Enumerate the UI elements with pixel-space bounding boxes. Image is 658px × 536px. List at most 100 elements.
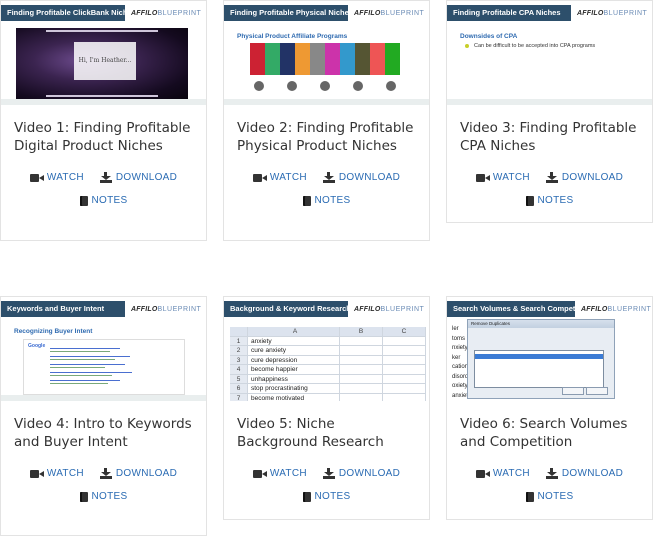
download-icon: [99, 468, 112, 479]
sheet-cell: 6: [230, 384, 248, 394]
watch-link[interactable]: WATCH: [252, 468, 307, 479]
sheet-header-cell: B: [340, 327, 383, 337]
sheet-header-cell: [230, 327, 248, 337]
sheet-header-cell: C: [383, 327, 426, 337]
thumbnail-header: Finding Profitable CPA Niches AFFILOBLUE…: [447, 5, 652, 21]
book-icon: [525, 491, 534, 502]
download-link[interactable]: DOWNLOAD: [99, 468, 177, 479]
thumbnail-header: Keywords and Buyer Intent AFFILOBLUEPRIN…: [1, 301, 206, 317]
video-title[interactable]: Video 4: Intro to Keywords and Buyer Int…: [14, 415, 194, 451]
thumbnail-header: Background & Keyword Research AFFILOBLUE…: [224, 301, 429, 317]
video-title[interactable]: Video 3: Finding Profitable CPA Niches: [460, 119, 640, 155]
sheet-cell: unhappiness: [248, 374, 340, 384]
video-thumbnail[interactable]: Search Volumes & Search Competition AFFI…: [447, 297, 652, 401]
sheet-cell: [340, 384, 383, 394]
notes-link[interactable]: NOTES: [525, 491, 574, 502]
thumbnail-text: Physical Product Affiliate Programs: [237, 33, 348, 40]
thumbnail-title: Finding Profitable CPA Niches: [447, 5, 571, 21]
sheet-cell: 2: [230, 346, 248, 356]
video-title[interactable]: Video 1: Finding Profitable Digital Prod…: [14, 119, 194, 155]
affilo-logo: AFFILOBLUEPRINT: [354, 9, 425, 17]
sheet-header-cell: A: [248, 327, 340, 337]
watch-link[interactable]: WATCH: [475, 172, 530, 183]
sheet-cell: [340, 374, 383, 384]
video-thumbnail[interactable]: Keywords and Buyer Intent AFFILOBLUEPRIN…: [1, 297, 206, 401]
download-icon: [322, 468, 335, 479]
download-link[interactable]: DOWNLOAD: [322, 172, 400, 183]
sheet-row: 7 become motivated: [230, 393, 426, 401]
video-card-4: Keywords and Buyer Intent AFFILOBLUEPRIN…: [0, 296, 207, 536]
book-icon: [79, 491, 88, 502]
watch-link[interactable]: WATCH: [475, 468, 530, 479]
video-camera-icon: [475, 173, 490, 182]
spreadsheet-image: A B C 1 anxiety 2 cure anxiety 3 cure depression…: [230, 327, 426, 401]
sheet-row: 3 cure depression: [230, 355, 426, 365]
sheet-cell: 4: [230, 365, 248, 375]
sheet-cell: 3: [230, 355, 248, 365]
download-link[interactable]: DOWNLOAD: [322, 468, 400, 479]
book-icon: [302, 195, 311, 206]
thumbnail-header: Search Volumes & Search Competition AFFI…: [447, 301, 652, 317]
download-icon: [545, 172, 558, 183]
download-link[interactable]: DOWNLOAD: [545, 172, 623, 183]
sheet-header-row: ABC: [230, 327, 426, 337]
notes-link[interactable]: NOTES: [302, 195, 351, 206]
notes-link[interactable]: NOTES: [302, 491, 351, 502]
video-camera-icon: [252, 173, 267, 182]
sheet-cell: [383, 355, 426, 365]
sheet-row: 4 become happier: [230, 365, 426, 375]
sheet-cell: [383, 384, 426, 394]
galaxy-image: Hi, I'm Heather...: [16, 28, 188, 100]
download-icon: [99, 172, 112, 183]
notes-link[interactable]: NOTES: [525, 195, 574, 206]
sheet-row: 2 cure anxiety: [230, 346, 426, 356]
video-thumbnail[interactable]: Finding Profitable CPA Niches AFFILOBLUE…: [447, 1, 652, 105]
affilo-logo: AFFILOBLUEPRINT: [131, 9, 202, 17]
book-icon: [525, 195, 534, 206]
thumbnail-title: Finding Profitable ClickBank Niches: [1, 5, 125, 21]
notes-link[interactable]: NOTES: [79, 491, 128, 502]
sheet-cell: 1: [230, 336, 248, 346]
sheet-cell: [340, 346, 383, 356]
book-icon: [79, 195, 88, 206]
thumbnail-text: Downsides of CPA: [460, 33, 518, 40]
sheet-cell: 5: [230, 374, 248, 384]
video-title[interactable]: Video 6: Search Volumes and Competition: [460, 415, 640, 451]
sheet-cell: [383, 365, 426, 375]
watch-link[interactable]: WATCH: [252, 172, 307, 183]
affilo-logo: AFFILOBLUEPRINT: [581, 305, 652, 313]
download-icon: [545, 468, 558, 479]
thumbnail-text: Recognizing Buyer Intent: [14, 328, 93, 335]
sheet-cell: cure depression: [248, 355, 340, 365]
download-link[interactable]: DOWNLOAD: [99, 172, 177, 183]
remove-duplicates-dialog: Remove Duplicates: [467, 319, 615, 399]
thumbnail-title: Finding Profitable Physical Niches: [224, 5, 348, 21]
affilo-logo: AFFILOBLUEPRINT: [577, 9, 648, 17]
video-thumbnail[interactable]: Finding Profitable ClickBank Niches AFFI…: [1, 1, 206, 105]
video-title[interactable]: Video 5: Niche Background Research: [237, 415, 417, 451]
sheet-cell: [383, 374, 426, 384]
video-thumbnail[interactable]: Background & Keyword Research AFFILOBLUE…: [224, 297, 429, 401]
notes-link[interactable]: NOTES: [79, 195, 128, 206]
store-logos: [254, 81, 396, 95]
thumbnail-header: Finding Profitable Physical Niches AFFIL…: [224, 5, 429, 21]
download-link[interactable]: DOWNLOAD: [545, 468, 623, 479]
video-card-1: Finding Profitable ClickBank Niches AFFI…: [0, 0, 207, 241]
sheet-cell: become motivated: [248, 393, 340, 401]
thumbnail-title: Keywords and Buyer Intent: [1, 301, 125, 317]
video-camera-icon: [252, 469, 267, 478]
video-card-2: Finding Profitable Physical Niches AFFIL…: [223, 0, 430, 241]
thumbnail-title: Search Volumes & Search Competition: [447, 301, 575, 317]
book-icon: [302, 491, 311, 502]
watch-link[interactable]: WATCH: [29, 468, 84, 479]
download-icon: [322, 172, 335, 183]
products-collage-image: [250, 43, 400, 75]
video-thumbnail[interactable]: Finding Profitable Physical Niches AFFIL…: [224, 1, 429, 105]
video-camera-icon: [475, 469, 490, 478]
thumbnail-text: Hi, I'm Heather...: [74, 42, 136, 80]
sheet-cell: cure anxiety: [248, 346, 340, 356]
affilo-logo: AFFILOBLUEPRINT: [354, 305, 425, 313]
sheet-row: 1 anxiety: [230, 336, 426, 346]
video-title[interactable]: Video 2: Finding Profitable Physical Pro…: [237, 119, 417, 155]
watch-link[interactable]: WATCH: [29, 172, 84, 183]
